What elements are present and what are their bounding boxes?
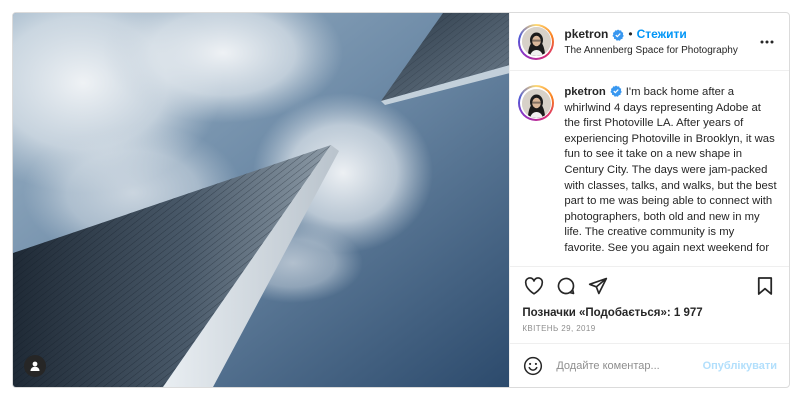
post-caption: pketron I'm back home after a whirlwind 4… [564,85,777,259]
user-tag-icon[interactable] [24,355,46,377]
avatar[interactable] [518,23,555,60]
post-sidebar: pketron • Стежити The Annenberg Space fo… [509,13,789,387]
post-header: pketron • Стежити The Annenberg Space fo… [510,13,789,71]
caption-username[interactable]: pketron [564,86,605,98]
comment-form: Опублікувати [510,343,789,387]
more-dots-icon[interactable] [757,32,777,52]
verified-badge-icon [610,85,622,97]
username[interactable]: pketron [564,27,608,42]
comment-input[interactable] [554,358,703,373]
caption-avatar[interactable] [518,85,555,121]
publish-button[interactable]: Опублікувати [703,360,777,372]
follow-button[interactable]: Стежити [637,27,687,42]
skyscraper-photo [13,13,510,387]
post-card: pketron • Стежити The Annenberg Space fo… [12,12,790,388]
heart-icon[interactable] [522,274,546,298]
smiley-icon[interactable] [522,355,544,377]
post-photo[interactable] [13,13,510,387]
verified-badge-icon [612,29,625,41]
comment-icon[interactable] [554,274,578,298]
likes-count[interactable]: Позначки «Подобається»: 1 977 [522,307,777,319]
bookmark-icon[interactable] [753,274,777,298]
post-date[interactable]: Квітень 29, 2019 [522,324,777,343]
caption-area: pketron I'm back home after a whirlwind 4… [510,71,789,266]
location-link[interactable]: The Annenberg Space for Photography [564,45,757,56]
separator-dot: • [628,27,633,41]
caption-text: I'm back home after a whirlwind 4 days r… [564,86,777,259]
paper-plane-icon[interactable] [586,274,610,298]
post-actions: Позначки «Подобається»: 1 977 Квітень 29… [510,266,789,343]
